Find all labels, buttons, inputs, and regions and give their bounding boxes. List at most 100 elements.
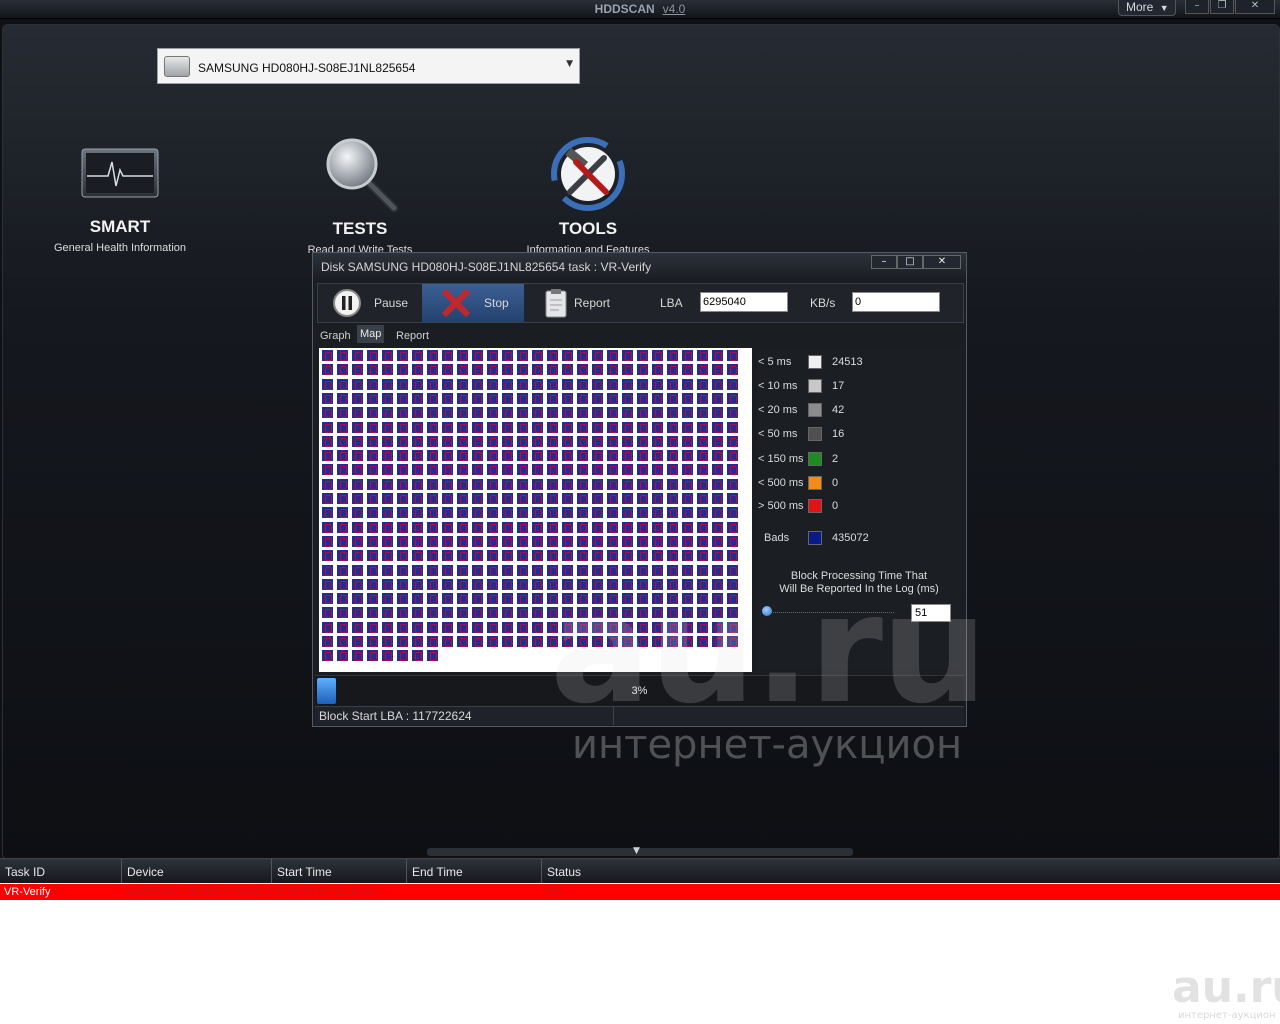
col-device[interactable]: Device: [122, 859, 272, 883]
map-block: [351, 563, 364, 577]
map-block: [531, 406, 544, 420]
tests-feature[interactable]: TESTS Read and Write Tests: [280, 134, 440, 256]
task-minimize-button[interactable]: –: [871, 255, 897, 269]
map-block: [501, 592, 514, 606]
map-block: [711, 534, 724, 548]
magnifier-icon: [326, 138, 399, 213]
task-window-titlebar[interactable]: Disk SAMSUNG HD080HJ-S08EJ1NL825654 task…: [313, 253, 966, 279]
map-block: [681, 363, 694, 377]
map-block: [351, 549, 364, 563]
map-block: [636, 534, 649, 548]
more-menu-button[interactable]: More ▼: [1118, 0, 1176, 16]
map-block: [561, 549, 574, 563]
tab-report[interactable]: Report: [393, 327, 432, 345]
map-block: [711, 434, 724, 448]
map-block: [606, 349, 619, 362]
restore-button[interactable]: ❐: [1210, 0, 1234, 14]
map-block: [381, 577, 394, 591]
task-maximize-button[interactable]: □: [897, 255, 923, 269]
map-block: [321, 635, 334, 648]
map-block: [336, 606, 349, 620]
legend-swatch: [808, 379, 822, 393]
pause-button[interactable]: Pause: [320, 284, 420, 322]
map-block: [576, 406, 589, 420]
map-block: [351, 506, 364, 520]
legend-count: 24513: [832, 356, 863, 368]
col-status[interactable]: Status: [542, 859, 1280, 883]
map-block: [711, 506, 724, 520]
cell-device: SAMSUNG HD080HJ-S08EJ1...: [125, 886, 271, 898]
map-block: [486, 406, 499, 420]
lba-field[interactable]: 6295040: [700, 292, 788, 312]
map-block: [606, 492, 619, 505]
map-block: [321, 549, 334, 563]
map-block: [411, 506, 424, 520]
map-block: [681, 506, 694, 520]
map-block: [411, 649, 424, 663]
map-block: [501, 492, 514, 505]
disk-selector[interactable]: SAMSUNG HD080HJ-S08EJ1NL825654 ▼: [157, 48, 580, 84]
stop-button[interactable]: Stop: [422, 284, 524, 322]
tab-map[interactable]: Map: [357, 325, 385, 343]
map-block: [441, 577, 454, 591]
map-block: [711, 463, 724, 477]
map-block: [546, 520, 559, 534]
map-block: [411, 635, 424, 648]
map-block: [411, 449, 424, 463]
map-block: [456, 534, 469, 548]
map-block: [456, 349, 469, 362]
map-block: [531, 520, 544, 534]
map-block: [561, 463, 574, 477]
map-block: [471, 434, 484, 448]
map-block: [621, 363, 634, 377]
tools-feature[interactable]: TOOLS Information and Features: [508, 134, 668, 256]
map-block: [591, 349, 604, 362]
kbs-field[interactable]: 0: [852, 292, 940, 312]
close-button[interactable]: ✕: [1235, 0, 1275, 14]
col-end-time[interactable]: End Time: [407, 859, 542, 883]
version-link[interactable]: v4.0: [663, 2, 686, 16]
map-block: [501, 520, 514, 534]
col-task-id[interactable]: Task ID: [0, 859, 122, 883]
map-block: [711, 549, 724, 563]
map-block: [546, 549, 559, 563]
smart-subtitle: General Health Information: [53, 242, 187, 254]
map-block: [351, 534, 364, 548]
map-block: [471, 492, 484, 505]
map-block: [621, 506, 634, 520]
legend-label: > 500 ms: [758, 500, 804, 512]
chevron-down-icon[interactable]: ▼: [633, 846, 640, 856]
tools-icon: [551, 137, 625, 211]
map-block: [486, 520, 499, 534]
table-row[interactable]: VR-Verify SAMSUNG HD080HJ-S08EJ1... 2019…: [0, 884, 1280, 900]
map-block: [486, 577, 499, 591]
tab-graph[interactable]: Graph: [317, 327, 354, 345]
map-block: [456, 363, 469, 377]
report-button[interactable]: Report: [538, 284, 638, 322]
map-block: [381, 363, 394, 377]
task-close-button[interactable]: ✕: [923, 255, 961, 269]
map-block: [366, 434, 379, 448]
map-block: [426, 620, 439, 634]
minimize-button[interactable]: –: [1185, 0, 1209, 14]
map-block: [456, 477, 469, 491]
dropdown-arrow-icon[interactable]: ▼: [566, 59, 573, 69]
map-block: [696, 363, 709, 377]
map-block: [501, 449, 514, 463]
map-block: [576, 449, 589, 463]
map-block: [441, 549, 454, 563]
map-block: [531, 434, 544, 448]
map-block: [591, 506, 604, 520]
map-block: [366, 420, 379, 434]
legend-row-lt500ms: < 500 ms 0: [756, 476, 956, 492]
map-block: [426, 420, 439, 434]
map-block: [426, 349, 439, 362]
map-block: [696, 506, 709, 520]
map-block: [681, 520, 694, 534]
panel-splitter[interactable]: ▼: [427, 846, 853, 856]
map-block: [336, 520, 349, 534]
smart-feature[interactable]: SMART General Health Information: [40, 148, 200, 254]
col-start-time[interactable]: Start Time: [272, 859, 407, 883]
map-block: [381, 549, 394, 563]
map-block: [681, 406, 694, 420]
